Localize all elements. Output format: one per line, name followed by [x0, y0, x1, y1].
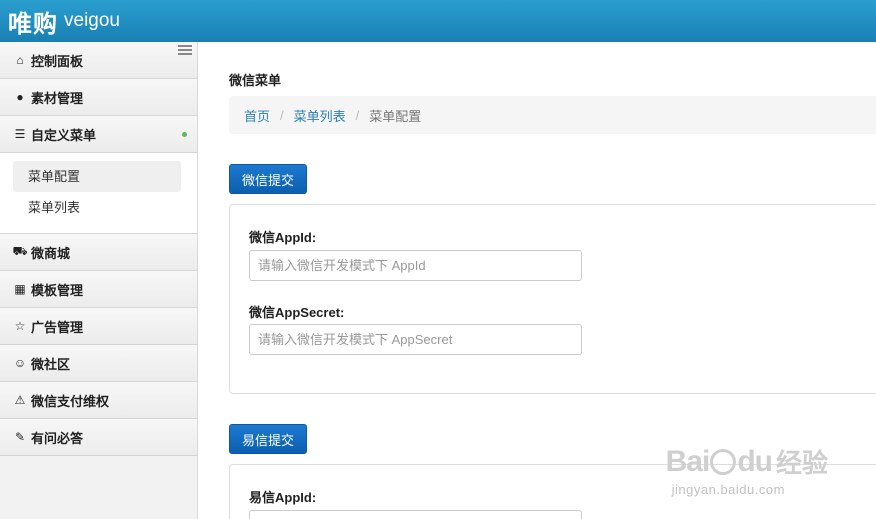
sidebar-item-templates[interactable]: ▦ 模板管理	[0, 271, 197, 308]
edit-icon: ✎	[14, 430, 26, 444]
yixin-settings-panel: 易信AppId:	[229, 464, 876, 519]
breadcrumb: 首页 / 菜单列表 / 菜单配置	[229, 96, 876, 134]
main-content: 微信菜单 首页 / 菜单列表 / 菜单配置 微信提交 微信AppId: 微信Ap…	[229, 42, 876, 519]
breadcrumb-separator: /	[280, 107, 284, 123]
sidebar-item-label: 微商城	[31, 245, 71, 261]
sidebar-item-payment-rights[interactable]: ⚠ 微信支付维权	[0, 382, 197, 419]
brand-logo[interactable]: 唯购 veigou	[8, 3, 120, 39]
sidebar-item-ads[interactable]: ☆ 广告管理	[0, 308, 197, 345]
sidebar-item-qa[interactable]: ✎ 有问必答	[0, 419, 197, 456]
sidebar-item-materials[interactable]: ● 素材管理	[0, 79, 197, 116]
brand-name-en: veigou	[64, 10, 120, 31]
sidebar: ⌂ 控制面板 ● 素材管理 ☰ 自定义菜单 菜单配置 菜单列表 ⛟ 微商城 ▦ …	[0, 42, 198, 519]
sidebar-item-label: 广告管理	[31, 319, 84, 335]
wechat-settings-panel: 微信AppId: 微信AppSecret:	[229, 204, 876, 394]
active-indicator	[182, 132, 187, 137]
wechat-appid-label: 微信AppId:	[249, 230, 317, 245]
breadcrumb-menu-list-link[interactable]: 菜单列表	[294, 106, 346, 125]
submenu-item-menu-list[interactable]: 菜单列表	[13, 192, 181, 223]
sidebar-item-label: 微社区	[31, 356, 71, 372]
sidebar-item-label: 模板管理	[31, 282, 84, 298]
sidebar-item-label: 素材管理	[31, 90, 84, 106]
sidebar-item-dashboard[interactable]: ⌂ 控制面板	[0, 42, 197, 79]
cart-icon: ⛟	[12, 244, 28, 258]
yixin-appid-label: 易信AppId:	[249, 490, 317, 505]
sidebar-item-shop[interactable]: ⛟ 微商城	[0, 234, 197, 271]
sidebar-item-label: 自定义菜单	[31, 127, 97, 143]
sidebar-item-community[interactable]: ☺ 微社区	[0, 345, 197, 382]
sidebar-item-label: 微信支付维权	[31, 393, 110, 409]
smile-icon: ☺	[13, 356, 27, 370]
home-icon: ⌂	[16, 53, 24, 67]
wechat-appsecret-label: 微信AppSecret:	[249, 305, 345, 320]
breadcrumb-separator: /	[355, 107, 360, 123]
submenu-item-menu-config[interactable]: 菜单配置	[13, 161, 181, 192]
yixin-appid-input[interactable]	[249, 510, 582, 519]
sidebar-item-custom-menu[interactable]: ☰ 自定义菜单	[0, 116, 197, 153]
brand-name-cn: 唯购	[8, 10, 58, 38]
sidebar-submenu: 菜单配置 菜单列表	[0, 153, 197, 234]
star-icon: ☆	[14, 319, 26, 333]
list-icon: ☰	[14, 127, 26, 141]
wechat-appid-input[interactable]	[249, 250, 582, 281]
sidebar-item-label: 有问必答	[31, 430, 84, 446]
yixin-submit-button[interactable]: 易信提交	[229, 424, 308, 454]
warning-icon: ⚠	[14, 393, 26, 407]
wechat-submit-button[interactable]: 微信提交	[229, 164, 308, 194]
sidebar-toggle-icon[interactable]	[178, 45, 192, 55]
wechat-appsecret-input[interactable]	[249, 324, 582, 355]
breadcrumb-current: 菜单配置	[369, 108, 422, 124]
page-title: 微信菜单	[229, 73, 282, 88]
comment-icon: ●	[16, 90, 24, 104]
grid-icon: ▦	[14, 282, 26, 296]
breadcrumb-home-link[interactable]: 首页	[244, 106, 270, 125]
top-navbar: 唯购 veigou	[0, 0, 876, 42]
sidebar-item-label: 控制面板	[31, 53, 84, 69]
